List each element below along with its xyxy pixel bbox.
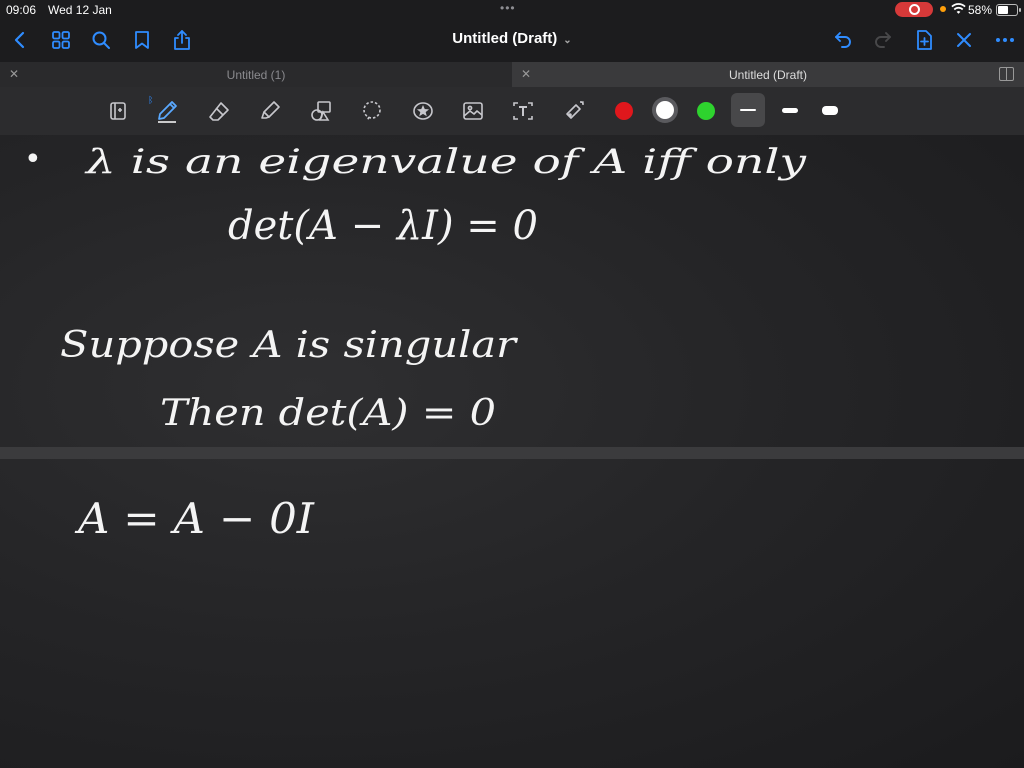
status-bar: 09:06 Wed 12 Jan ••• 58%: [0, 0, 1024, 20]
color-swatch-white[interactable]: [656, 101, 674, 119]
document-title-text[interactable]: Untitled (Draft): [452, 30, 557, 47]
color-swatch-red[interactable]: [615, 102, 633, 120]
status-date: Wed 12 Jan: [48, 3, 112, 17]
thickness-thin-button[interactable]: [731, 93, 765, 127]
split-view-icon[interactable]: [999, 67, 1014, 81]
close-icon[interactable]: [952, 28, 976, 52]
status-time: 09:06: [6, 3, 37, 17]
tab-label[interactable]: Untitled (1): [0, 68, 512, 82]
note-line-4: Then det(A) = 0: [160, 393, 496, 434]
tab-untitled-1[interactable]: ✕ Untitled (1): [0, 62, 512, 87]
note-line-3: Suppose A is singular: [60, 325, 518, 366]
chevron-down-icon[interactable]: ⌄: [563, 35, 571, 46]
thickness-thin-icon: [740, 109, 756, 111]
battery-icon: [996, 4, 1021, 16]
add-page-icon[interactable]: [912, 28, 936, 52]
thickness-medium-button[interactable]: [782, 108, 798, 113]
multitasking-dots-icon[interactable]: •••: [500, 1, 516, 15]
redo-icon[interactable]: [871, 28, 895, 52]
eraser-icon[interactable]: [207, 99, 231, 123]
image-icon[interactable]: [461, 99, 485, 123]
note-line-1: λ is an eigenvalue of A iff only: [83, 142, 807, 182]
wifi-icon: [951, 3, 966, 14]
thickness-thick-button[interactable]: [822, 106, 838, 115]
pen-icon[interactable]: [155, 99, 179, 123]
more-icon[interactable]: [993, 28, 1017, 52]
battery-percentage: 58%: [968, 3, 993, 17]
undo-icon[interactable]: [831, 28, 855, 52]
handwritten-notes: • λ is an eigenvalue of A iff only det(A…: [24, 142, 807, 543]
tab-label[interactable]: Untitled (Draft): [512, 68, 1024, 82]
tab-untitled-draft[interactable]: ✕ Untitled (Draft): [512, 62, 1024, 87]
shapes-icon[interactable]: [309, 99, 333, 123]
battery-level: [998, 6, 1008, 14]
note-bullet: •: [24, 142, 42, 177]
note-line-2: det(A − λI) = 0: [228, 203, 538, 249]
mic-in-use-indicator: [940, 6, 946, 12]
drawing-toolbar: ᛒ: [0, 87, 1024, 135]
sticker-icon[interactable]: [411, 99, 435, 123]
screen-recording-indicator[interactable]: [895, 2, 933, 17]
bluetooth-icon: ᛒ: [148, 95, 154, 105]
text-icon[interactable]: [511, 99, 535, 123]
laser-pointer-icon[interactable]: [562, 99, 586, 123]
document-tab-bar: ✕ Untitled (1) ✕ Untitled (Draft): [0, 62, 1024, 87]
navigation-bar: Untitled (Draft) ⌄: [0, 20, 1024, 62]
color-swatch-green[interactable]: [697, 102, 715, 120]
note-line-5: A = A − 0I: [74, 494, 316, 543]
chalkboard-canvas[interactable]: • λ is an eigenvalue of A iff only det(A…: [0, 135, 1024, 768]
page-view-icon[interactable]: [106, 99, 130, 123]
highlighter-icon[interactable]: [258, 99, 282, 123]
lasso-icon[interactable]: [360, 99, 384, 123]
